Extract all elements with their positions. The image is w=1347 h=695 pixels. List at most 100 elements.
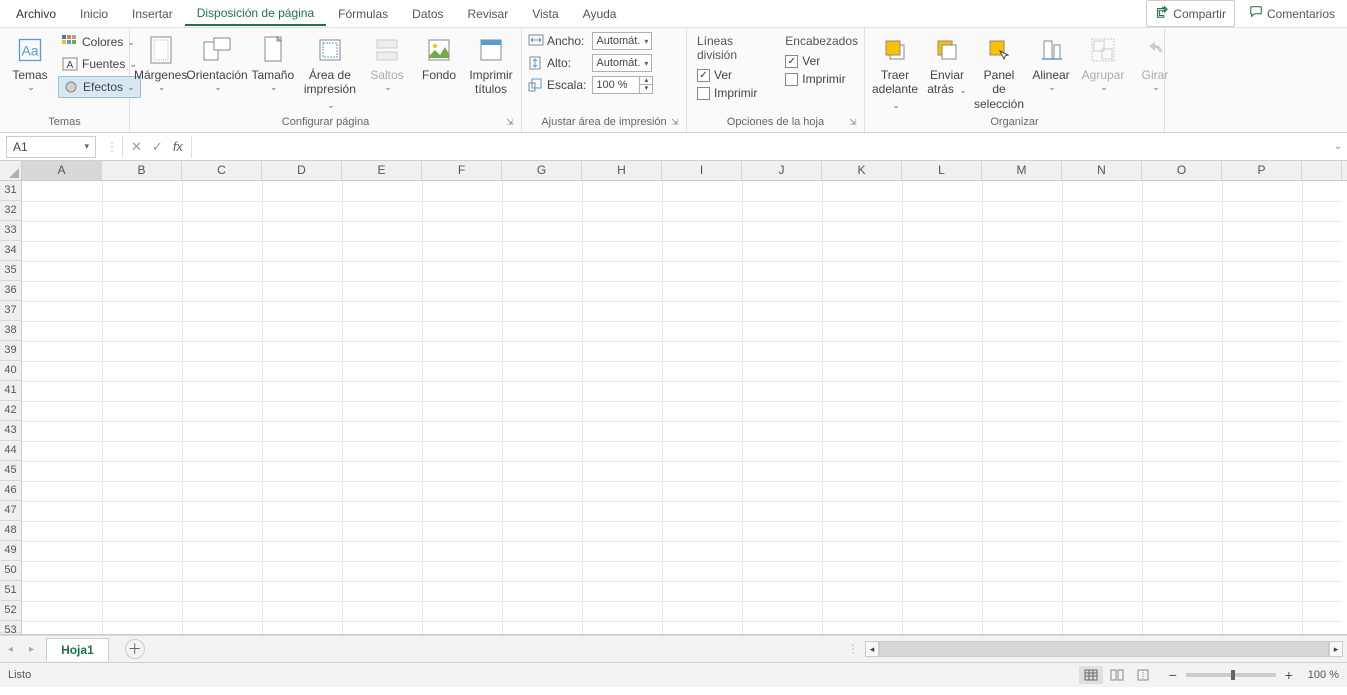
effects-button[interactable]: Efectos⌄ <box>58 76 141 98</box>
column-header[interactable]: N <box>1062 161 1142 180</box>
view-page-break-button[interactable] <box>1131 666 1155 684</box>
row-header[interactable]: 47 <box>0 501 21 521</box>
scroll-left-icon[interactable]: ◂ <box>865 641 879 657</box>
menu-page-layout[interactable]: Disposición de página <box>185 2 326 26</box>
column-header[interactable]: J <box>742 161 822 180</box>
print-titles-button[interactable]: Imprimir títulos <box>467 32 515 99</box>
view-normal-button[interactable] <box>1079 666 1103 684</box>
fx-icon[interactable]: fx <box>173 139 183 154</box>
tab-nav-first[interactable]: ◂ <box>0 644 21 655</box>
spin-down-icon[interactable]: ▾ <box>640 85 652 93</box>
row-headers[interactable]: 3132333435363738394041424344454647484950… <box>0 181 22 634</box>
row-header[interactable]: 39 <box>0 341 21 361</box>
column-header[interactable]: O <box>1142 161 1222 180</box>
dialog-launcher-icon[interactable]: ⇲ <box>506 117 518 129</box>
column-header[interactable]: E <box>342 161 422 180</box>
scroll-track[interactable] <box>879 641 1329 657</box>
scale-spinner[interactable]: ▴▾ <box>639 76 653 94</box>
dialog-launcher-icon[interactable]: ⇲ <box>671 117 683 129</box>
zoom-thumb[interactable] <box>1231 670 1235 680</box>
themes-button[interactable]: Aa Temas ⌄ <box>6 32 54 95</box>
column-header[interactable]: D <box>262 161 342 180</box>
sheet-tab-hoja1[interactable]: Hoja1 <box>46 638 109 661</box>
row-header[interactable]: 50 <box>0 561 21 581</box>
column-header[interactable] <box>1302 161 1342 180</box>
cells-area[interactable] <box>22 181 1347 634</box>
margins-button[interactable]: Márgenes⌄ <box>136 32 185 95</box>
menu-file[interactable]: Archivo <box>4 3 68 25</box>
row-header[interactable]: 45 <box>0 461 21 481</box>
fonts-button[interactable]: A Fuentes⌄ <box>58 54 141 74</box>
selection-pane-button[interactable]: Panel de selección <box>975 32 1023 113</box>
row-header[interactable]: 52 <box>0 601 21 621</box>
column-header[interactable]: L <box>902 161 982 180</box>
row-header[interactable]: 37 <box>0 301 21 321</box>
row-header[interactable]: 46 <box>0 481 21 501</box>
row-header[interactable]: 33 <box>0 221 21 241</box>
row-header[interactable]: 36 <box>0 281 21 301</box>
select-all-corner[interactable] <box>0 161 22 181</box>
column-header[interactable]: P <box>1222 161 1302 180</box>
column-header[interactable]: I <box>662 161 742 180</box>
row-header[interactable]: 42 <box>0 401 21 421</box>
add-sheet-button[interactable]: ＋ <box>125 639 145 659</box>
column-header[interactable]: F <box>422 161 502 180</box>
column-header[interactable]: G <box>502 161 582 180</box>
row-header[interactable]: 34 <box>0 241 21 261</box>
column-headers[interactable]: ABCDEFGHIJKLMNOP <box>22 161 1347 181</box>
row-header[interactable]: 40 <box>0 361 21 381</box>
width-combo[interactable]: Automát.▾ <box>592 32 652 50</box>
tab-nav-prev[interactable]: ▸ <box>21 644 42 655</box>
colors-button[interactable]: Colores⌄ <box>58 32 141 52</box>
menu-formulas[interactable]: Fórmulas <box>326 3 400 25</box>
cancel-formula-icon[interactable]: ✕ <box>131 139 142 155</box>
enter-formula-icon[interactable]: ✓ <box>152 139 163 155</box>
expand-formula-bar-icon[interactable]: ⌄ <box>1329 141 1347 152</box>
share-button[interactable]: Compartir <box>1146 0 1235 27</box>
row-header[interactable]: 41 <box>0 381 21 401</box>
formula-input[interactable] <box>191 136 1329 158</box>
send-backward-button[interactable]: Enviar atrás ⌄ <box>923 32 971 99</box>
headings-view-checkbox[interactable]: ✓Ver <box>785 54 858 68</box>
row-header[interactable]: 48 <box>0 521 21 541</box>
rotate-button[interactable]: Girar⌄ <box>1131 32 1179 95</box>
column-header[interactable]: C <box>182 161 262 180</box>
headings-print-checkbox[interactable]: Imprimir <box>785 72 858 86</box>
print-area-button[interactable]: Área de impresión ⌄ <box>301 32 359 113</box>
row-header[interactable]: 51 <box>0 581 21 601</box>
name-box[interactable]: A1 ▾ <box>6 136 96 158</box>
row-header[interactable]: 44 <box>0 441 21 461</box>
column-header[interactable]: A <box>22 161 102 180</box>
size-button[interactable]: Tamaño⌄ <box>249 32 297 95</box>
column-header[interactable]: H <box>582 161 662 180</box>
view-page-layout-button[interactable] <box>1105 666 1129 684</box>
orientation-button[interactable]: Orientación⌄ <box>189 32 244 95</box>
background-button[interactable]: Fondo <box>415 32 463 84</box>
spreadsheet-grid[interactable]: ABCDEFGHIJKLMNOP 31323334353637383940414… <box>0 161 1347 635</box>
row-header[interactable]: 49 <box>0 541 21 561</box>
row-header[interactable]: 32 <box>0 201 21 221</box>
breaks-button[interactable]: Saltos⌄ <box>363 32 411 95</box>
column-header[interactable]: K <box>822 161 902 180</box>
dialog-launcher-icon[interactable]: ⇲ <box>849 117 861 129</box>
group-objects-button[interactable]: Agrupar⌄ <box>1079 32 1127 95</box>
menu-data[interactable]: Datos <box>400 3 455 25</box>
column-header[interactable]: M <box>982 161 1062 180</box>
row-header[interactable]: 38 <box>0 321 21 341</box>
scroll-thumb[interactable] <box>880 642 1328 656</box>
align-button[interactable]: Alinear⌄ <box>1027 32 1075 95</box>
zoom-out-button[interactable]: − <box>1166 667 1180 683</box>
menu-insert[interactable]: Insertar <box>120 3 185 25</box>
menu-help[interactable]: Ayuda <box>571 3 629 25</box>
row-header[interactable]: 31 <box>0 181 21 201</box>
height-combo[interactable]: Automát.▾ <box>592 54 652 72</box>
bring-forward-button[interactable]: Traer adelante ⌄ <box>871 32 919 113</box>
zoom-slider[interactable] <box>1186 673 1276 677</box>
menu-review[interactable]: Revisar <box>456 3 521 25</box>
horizontal-scrollbar[interactable]: ◂ ▸ <box>865 641 1343 657</box>
spin-up-icon[interactable]: ▴ <box>640 77 652 85</box>
scroll-right-icon[interactable]: ▸ <box>1329 641 1343 657</box>
comments-button[interactable]: Comentarios <box>1241 1 1343 26</box>
gridlines-print-checkbox[interactable]: Imprimir <box>697 86 771 100</box>
row-header[interactable]: 53 <box>0 621 21 633</box>
